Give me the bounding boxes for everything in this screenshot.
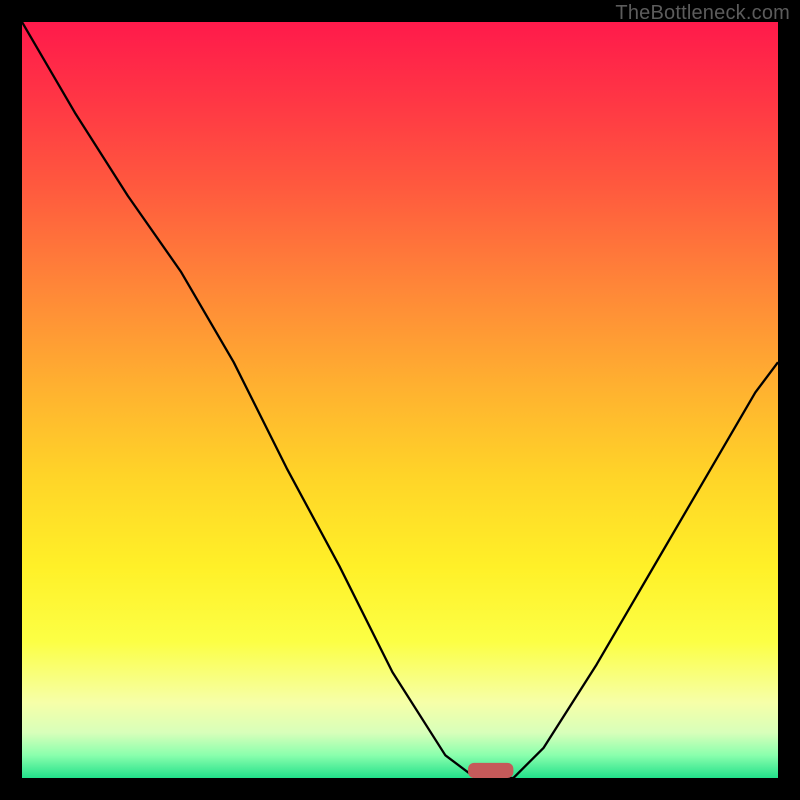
chart-frame: TheBottleneck.com	[0, 0, 800, 800]
bottleneck-chart	[22, 22, 778, 778]
gradient-background	[22, 22, 778, 778]
optimum-marker	[468, 763, 513, 778]
attribution-text: TheBottleneck.com	[615, 2, 790, 25]
